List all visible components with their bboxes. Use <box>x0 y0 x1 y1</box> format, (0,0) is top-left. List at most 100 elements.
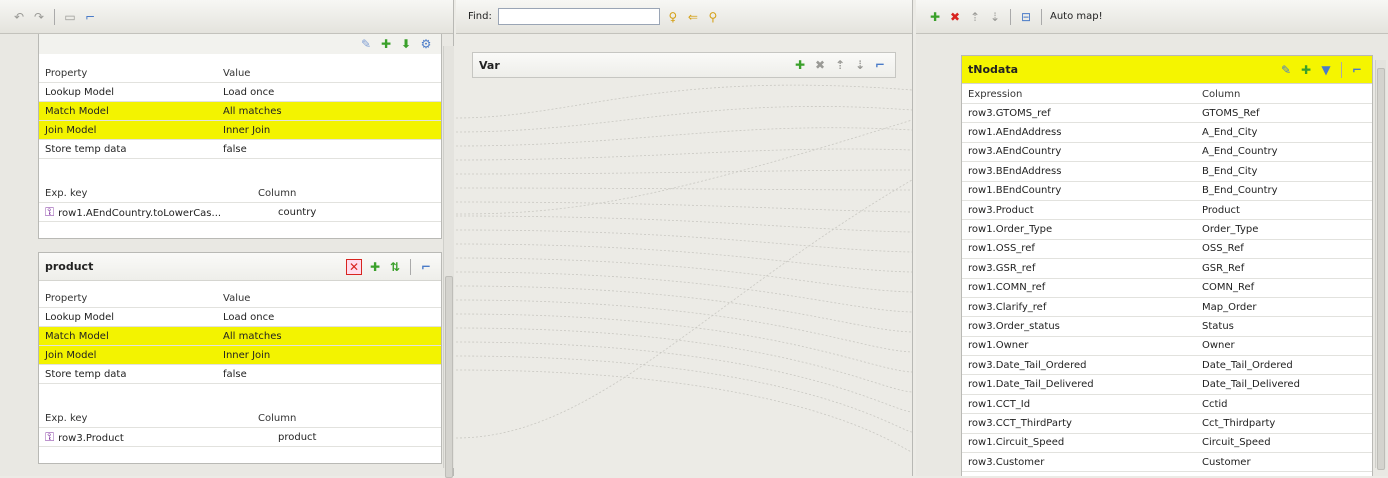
property-value[interactable]: false <box>219 369 441 380</box>
remove-output-icon[interactable]: ✖ <box>948 10 962 24</box>
output-row[interactable]: row3.BEndAddress B_End_City <box>962 162 1372 182</box>
output-row[interactable]: row3.GTOMS_ref GTOMS_Ref <box>962 104 1372 124</box>
filter-icon[interactable]: ▼ <box>1319 63 1333 77</box>
add-icon[interactable]: ✚ <box>368 260 382 274</box>
add-icon[interactable]: ✚ <box>1299 63 1313 77</box>
expression-cell[interactable]: row3.BEndAddress <box>962 166 1198 177</box>
expression-cell[interactable]: row3.Clarify_ref <box>962 302 1198 313</box>
property-value[interactable]: Load once <box>219 87 441 98</box>
output-row[interactable]: row1.AEndAddress A_End_City <box>962 123 1372 143</box>
output-row[interactable]: row3.AEndCountry A_End_Country <box>962 143 1372 163</box>
expression-column-header: Expression <box>968 89 1023 100</box>
output-table-tools: ✎ ✚ ▼ ⌐ <box>1279 61 1364 78</box>
expression-cell[interactable]: row3.CCT_ThirdParty <box>962 418 1198 429</box>
minimize-icon[interactable]: ⊟ <box>1019 10 1033 24</box>
expression-cell[interactable]: row3.Date_Tail_Ordered <box>962 360 1198 371</box>
output-row[interactable]: row1.CCT_Id Cctid <box>962 395 1372 415</box>
column-column-header: Column <box>1202 89 1241 100</box>
property-row[interactable]: Lookup Model Load once <box>39 83 441 102</box>
redo-icon[interactable]: ↷ <box>32 10 46 24</box>
property-value[interactable]: Inner Join <box>219 125 441 136</box>
left-scrollbar-thumb[interactable] <box>445 276 453 478</box>
expression-cell[interactable]: row1.Owner <box>962 340 1198 351</box>
property-name: Join Model <box>45 124 97 136</box>
property-row[interactable]: Match Model All matches <box>39 102 441 121</box>
expression-cell[interactable]: row1.OSS_ref <box>962 243 1198 254</box>
toolbar-separator <box>1010 8 1011 25</box>
output-table-tnodata: tNodata ✎ ✚ ▼ ⌐ Expression Column row3.G… <box>961 55 1373 476</box>
output-row[interactable]: row3.CCT_ThirdParty Cct_Thirdparty <box>962 414 1372 434</box>
property-name: Lookup Model <box>45 311 115 323</box>
expression-cell[interactable]: row1.AEndAddress <box>962 127 1198 138</box>
key-grid: Exp. key Column ⚿ row1.AEndCountry.toLowe… <box>39 184 441 222</box>
property-row[interactable]: Match Model All matches <box>39 327 441 346</box>
output-row[interactable]: row1.Date_Tail_Delivered Date_Tail_Delive… <box>962 375 1372 395</box>
property-value[interactable]: All matches <box>219 331 441 342</box>
expression-cell[interactable]: row1.Circuit_Speed <box>962 437 1198 448</box>
key-grid: Exp. key Column ⚿ row3.Product product <box>39 409 441 447</box>
exp-key-cell[interactable]: ⚿ row3.Product <box>39 430 254 445</box>
output-row[interactable]: row1.COMN_ref COMN_Ref <box>962 279 1372 298</box>
settings-icon[interactable]: ⌐ <box>1350 63 1364 77</box>
column-cell: Map_Order <box>1202 301 1257 313</box>
output-row[interactable]: row3.Product Product <box>962 201 1372 221</box>
expression-cell[interactable]: row3.Order_status <box>962 321 1198 332</box>
right-toolbar: ✚ ✖ ⇡ ⇣ ⊟ Auto map! <box>916 0 1388 34</box>
property-row[interactable]: Store temp data false <box>39 140 441 159</box>
auto-map-button[interactable]: Auto map! <box>1050 11 1103 22</box>
right-scrollbar-thumb[interactable] <box>1377 68 1385 470</box>
property-row[interactable]: Store temp data false <box>39 365 441 384</box>
property-value[interactable]: Inner Join <box>219 350 441 361</box>
output-row[interactable]: row3.GSR_ref GSR_Ref <box>962 259 1372 279</box>
expression-cell[interactable]: row3.GTOMS_ref <box>962 108 1198 119</box>
add-icon[interactable]: ✚ <box>379 37 393 51</box>
key-row[interactable]: ⚿ row3.Product product <box>39 428 441 447</box>
output-row[interactable]: row1.OSS_ref OSS_Ref <box>962 240 1372 260</box>
left-scrollbar[interactable] <box>443 46 454 478</box>
output-row[interactable]: row1.Order_Type Order_Type <box>962 220 1372 240</box>
expression-cell[interactable]: row3.GSR_ref <box>962 263 1198 274</box>
property-value[interactable]: Load once <box>219 312 441 323</box>
property-value[interactable]: All matches <box>219 106 441 117</box>
output-row[interactable]: row1.BEndCountry B_End_Country <box>962 182 1372 201</box>
property-name: Store temp data <box>45 143 127 155</box>
right-scrollbar[interactable] <box>1375 60 1386 470</box>
expression-cell[interactable]: row1.COMN_ref <box>962 282 1198 293</box>
undo-icon[interactable]: ↶ <box>12 10 26 24</box>
output-row[interactable]: row3.Clarify_ref Map_Order <box>962 298 1372 318</box>
expression-cell[interactable]: row3.Product <box>962 205 1198 216</box>
move-down-icon[interactable]: ⇣ <box>988 10 1002 24</box>
expression-cell[interactable]: row3.AEndCountry <box>962 146 1198 157</box>
edit-icon[interactable]: ✎ <box>1279 63 1293 77</box>
expression-cell[interactable]: row3.Customer <box>962 457 1198 468</box>
output-row[interactable]: row1.Owner Owner <box>962 337 1372 357</box>
property-name: Match Model <box>45 330 109 342</box>
property-row[interactable]: Join Model Inner Join <box>39 121 441 140</box>
expression-cell[interactable]: row1.CCT_Id <box>962 399 1198 410</box>
product-table-title: product <box>45 260 94 273</box>
edit-icon[interactable]: ✎ <box>359 37 373 51</box>
expression-cell[interactable]: row1.Order_Type <box>962 224 1198 235</box>
output-row[interactable]: row3.Date_Tail_Ordered Date_Tail_Ordered <box>962 356 1372 376</box>
script-icon[interactable]: ⌐ <box>83 10 97 24</box>
output-row[interactable]: row3.Order_status Status <box>962 317 1372 337</box>
settings-icon[interactable]: ⚙ <box>419 37 433 51</box>
move-down-icon[interactable]: ⬇ <box>399 37 413 51</box>
filter-icon[interactable]: ✕ <box>346 258 362 275</box>
settings-icon[interactable]: ⌐ <box>419 260 433 274</box>
property-value[interactable]: false <box>219 144 441 155</box>
key-row[interactable]: ⚿ row1.AEndCountry.toLowerCas... country <box>39 203 441 222</box>
output-row[interactable]: row3.Customer Customer <box>962 453 1372 473</box>
key-icon: ⚿ <box>45 204 55 219</box>
exp-key-cell[interactable]: ⚿ row1.AEndCountry.toLowerCas... <box>39 205 254 220</box>
expression-cell[interactable]: row1.Date_Tail_Delivered <box>962 379 1198 390</box>
output-row[interactable]: row1.Circuit_Speed Circuit_Speed <box>962 434 1372 454</box>
property-row[interactable]: Lookup Model Load once <box>39 308 441 327</box>
table-icon[interactable]: ▭ <box>63 10 77 24</box>
add-output-icon[interactable]: ✚ <box>928 10 942 24</box>
move-icon[interactable]: ⇅ <box>388 260 402 274</box>
expression-cell[interactable]: row1.BEndCountry <box>962 185 1198 196</box>
property-row[interactable]: Join Model Inner Join <box>39 346 441 365</box>
column-cell: Cct_Thirdparty <box>1202 417 1276 429</box>
move-up-icon[interactable]: ⇡ <box>968 10 982 24</box>
